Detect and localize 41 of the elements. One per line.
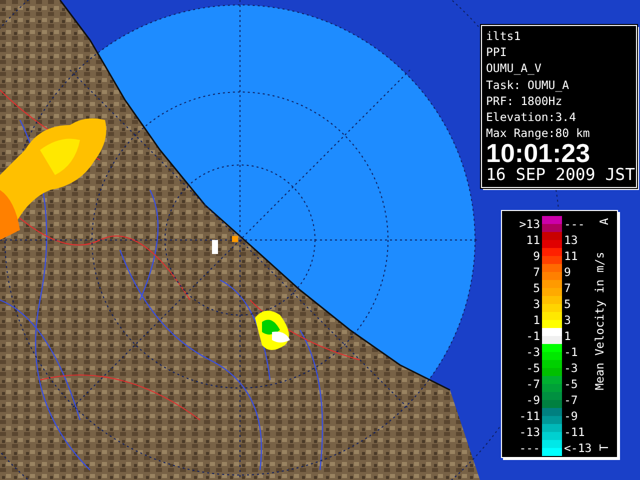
legend-mark: T	[598, 444, 611, 451]
legend-value: 1	[532, 313, 540, 327]
legend-value: -5	[564, 377, 579, 391]
legend-value: >13	[518, 217, 540, 231]
legend-value: -1	[564, 345, 579, 359]
info-line: Elevation:3.4	[486, 109, 578, 126]
legend-value: 11	[525, 233, 540, 247]
info-line: PPI	[486, 44, 508, 60]
info-line: Max Range:80 km	[486, 125, 591, 142]
legend-value: <-13	[564, 441, 593, 455]
legend-value: -11	[518, 409, 540, 423]
info-line: OUMU_A_V	[486, 60, 542, 77]
legend-value: 13	[564, 233, 579, 247]
legend-value: -1	[525, 329, 540, 343]
legend-value: -11	[564, 425, 586, 439]
legend-value: 7	[532, 265, 540, 279]
legend-value: -3	[525, 345, 540, 359]
legend-value: 5	[532, 281, 540, 295]
legend-value: 11	[564, 249, 579, 263]
legend-value: -7	[564, 393, 579, 407]
legend-value: 5	[564, 297, 572, 311]
info-line: PRF: 1800Hz	[486, 92, 564, 110]
legend-value: 3	[564, 313, 572, 327]
legend-value: -7	[525, 377, 540, 391]
info-line: ilts1	[486, 28, 522, 44]
legend-value: -3	[564, 361, 579, 375]
legend-value: ---	[518, 441, 540, 455]
legend-value: ---	[564, 217, 586, 231]
legend-value: -5	[525, 361, 540, 375]
legend-value: 3	[532, 297, 540, 311]
legend-value: -9	[525, 393, 540, 407]
legend-value: 9	[532, 249, 540, 263]
legend-title: Mean Velocity in m/s	[594, 252, 606, 390]
legend-value: -13	[518, 425, 540, 439]
time-text: 10:01:23	[486, 141, 590, 166]
legend-mark: A	[598, 218, 611, 225]
legend-value: 7	[564, 281, 572, 295]
legend-value: -9	[564, 409, 579, 423]
legend-value: 1	[564, 329, 572, 343]
legend-value: 9	[564, 265, 572, 279]
info-line: Task: OUMU_A	[486, 76, 570, 93]
